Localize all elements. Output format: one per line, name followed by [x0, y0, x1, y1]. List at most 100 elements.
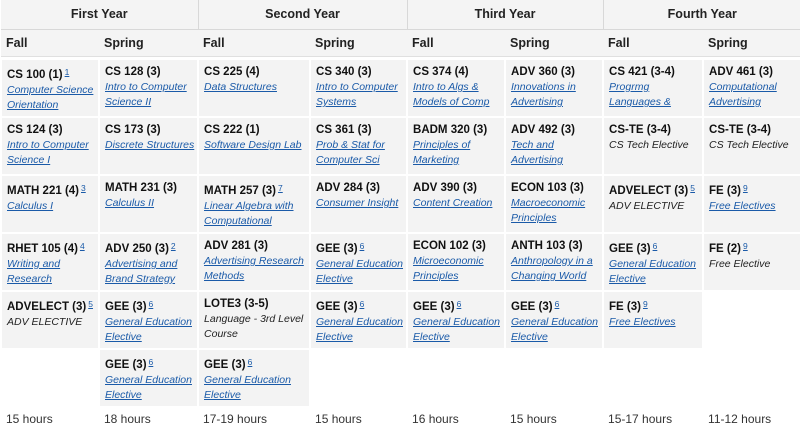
footnote-link[interactable]: 6	[248, 357, 253, 367]
course-code-text: ECON 103 (3)	[511, 182, 584, 194]
course-title: Free Elective	[709, 258, 771, 270]
course-title-link[interactable]: Prob & Stat for Computer Sci	[316, 138, 404, 168]
course-title-link[interactable]: Intro to Computer Science I	[7, 138, 96, 168]
footnote-link[interactable]: 6	[360, 241, 365, 251]
course-code: CS-TE (3-4)	[609, 123, 700, 138]
course-code-text: CS-TE (3-4)	[609, 124, 672, 136]
course-title-link[interactable]: General Education Elective	[511, 315, 600, 345]
empty-cell	[309, 348, 409, 408]
footnote-link[interactable]: 5	[690, 183, 695, 193]
course-title-link[interactable]: General Education Elective	[204, 373, 307, 403]
footnote-link[interactable]: 6	[457, 299, 462, 309]
course-code: GEE (3) 6	[105, 355, 195, 373]
course-cell: GEE (3) 6 General Education Elective	[504, 290, 605, 350]
footnote-link[interactable]: 6	[360, 299, 365, 309]
course-cell: GEE (3) 6 General Education Elective	[602, 232, 705, 292]
semester-hours: 15 hours	[505, 406, 604, 430]
footnote-link[interactable]: 6	[555, 299, 560, 309]
course-title-link[interactable]: General Education Elective	[105, 373, 195, 403]
footnote-link[interactable]: 4	[80, 241, 85, 251]
course-title-link[interactable]: Software Design Lab	[204, 138, 307, 153]
footnote-link[interactable]: 6	[149, 357, 154, 367]
footnote-link[interactable]: 9	[743, 183, 748, 193]
course-cell: CS 361 (3) Prob & Stat for Computer Sci	[309, 116, 409, 176]
course-title-link[interactable]: Intro to Algs & Models of Comp	[413, 80, 502, 110]
course-code: LOTE3 (3-5)	[204, 297, 307, 312]
footnote-link[interactable]: 5	[88, 299, 93, 309]
course-code-text: GEE (3)	[204, 359, 246, 371]
course-title-link[interactable]: General Education Elective	[413, 315, 502, 345]
semester-hours: 15-17 hours	[603, 406, 704, 430]
year-header: Third Year	[406, 0, 604, 30]
course-cell: RHET 105 (4) 4 Writing and Research	[0, 232, 100, 292]
course-cell: MATH 257 (3) 7 Linear Algebra with Computa…	[197, 174, 312, 234]
course-code-text: GEE (3)	[316, 301, 358, 313]
course-code: ADV 390 (3)	[413, 181, 502, 196]
empty-cell	[702, 290, 800, 350]
course-title-link[interactable]: General Education Elective	[609, 257, 700, 287]
course-cell: ADV 284 (3) Consumer Insight	[309, 174, 409, 234]
course-title-link[interactable]: Data Structures	[204, 80, 307, 95]
course-code: ADV 284 (3)	[316, 181, 404, 196]
course-cell: GEE (3) 6 General Education Elective	[309, 232, 409, 292]
course-code-text: RHET 105 (4)	[7, 243, 78, 255]
course-code-text: ADV 284 (3)	[316, 182, 380, 194]
course-title-link[interactable]: Advertising and Brand Strategy	[105, 257, 195, 287]
footnote-link[interactable]: 9	[643, 299, 648, 309]
course-title-link[interactable]: General Education Elective	[316, 315, 404, 345]
course-title-link[interactable]: Content Creation	[413, 196, 502, 211]
course-title-link[interactable]: Advertising Research Methods	[204, 254, 307, 284]
course-title-link[interactable]: Computer Science Orientation	[7, 83, 96, 113]
course-code: GEE (3) 6	[511, 297, 600, 315]
footnote-link[interactable]: 1	[65, 67, 70, 77]
course-code: GEE (3) 6	[413, 297, 502, 315]
course-title-link[interactable]: Free Electives	[709, 199, 798, 214]
footnote-link[interactable]: 6	[149, 299, 154, 309]
course-title-link[interactable]: General Education Elective	[105, 315, 195, 345]
footnote-link[interactable]: 2	[171, 241, 176, 251]
footnote-link[interactable]: 9	[743, 241, 748, 251]
course-title-link[interactable]: General Education Elective	[316, 257, 404, 287]
course-row: RHET 105 (4) 4 Writing and Research ADV 250…	[0, 232, 800, 292]
semester-hours: 11-12 hours	[703, 406, 800, 430]
course-code: ADV 461 (3)	[709, 65, 798, 80]
course-cell: BADM 320 (3) Principles of Marketing	[406, 116, 507, 176]
course-code-text: GEE (3)	[511, 301, 553, 313]
course-cell: GEE (3) 6 General Education Elective	[197, 348, 312, 408]
course-title-link[interactable]: Intro to Computer Systems	[316, 80, 404, 110]
course-code-text: CS 225 (4)	[204, 66, 260, 78]
course-title: CS Tech Elective	[709, 139, 789, 151]
course-code: CS-TE (3-4)	[709, 123, 798, 138]
course-title-link[interactable]: Microeconomic Principles	[413, 254, 502, 284]
course-title-link[interactable]: Discrete Structures	[105, 138, 195, 153]
semester-hours: 16 hours	[407, 406, 506, 430]
course-title-link[interactable]: Anthropology in a Changing World	[511, 254, 600, 284]
hours-row: 15 hours 18 hours 17-19 hours 15 hours 1…	[1, 406, 800, 430]
course-title-link[interactable]: Calculus II	[105, 196, 195, 211]
course-title-link[interactable]: Progrmg Languages &	[609, 80, 700, 110]
course-code: ANTH 103 (3)	[511, 239, 600, 254]
year-header: Fourth Year	[602, 0, 800, 30]
course-cell: ADVELECT (3) 5 ADV ELECTIVE	[0, 290, 100, 350]
course-title-link[interactable]: Tech and Advertising	[511, 138, 600, 168]
course-title-link[interactable]: Macroeconomic Principles	[511, 196, 600, 226]
course-title-link[interactable]: Calculus I	[7, 199, 96, 214]
course-cell: CS 128 (3) Intro to Computer Science II	[97, 58, 200, 118]
course-title-link[interactable]: Innovations in Advertising	[511, 80, 600, 110]
course-title-link[interactable]: Principles of Marketing	[413, 138, 502, 168]
empty-cell	[504, 348, 605, 408]
course-title-link[interactable]: Free Electives	[609, 315, 700, 330]
course-title-link[interactable]: Consumer Insight	[316, 196, 404, 211]
semester-header: Fall	[603, 29, 704, 57]
footnote-link[interactable]: 6	[653, 241, 658, 251]
course-cell: CS 222 (1) Software Design Lab	[197, 116, 312, 176]
footnote-link[interactable]: 3	[81, 183, 86, 193]
course-code-text: ADV 390 (3)	[413, 182, 477, 194]
empty-cell	[406, 348, 507, 408]
course-title-link[interactable]: Intro to Computer Science II	[105, 80, 195, 110]
course-title-link[interactable]: Computational Advertising	[709, 80, 798, 110]
footnote-link[interactable]: 7	[278, 183, 283, 193]
course-title-link[interactable]: Writing and Research	[7, 257, 96, 287]
course-code-text: ADVELECT (3)	[7, 301, 87, 313]
course-title-link[interactable]: Linear Algebra with Computational	[204, 199, 307, 229]
